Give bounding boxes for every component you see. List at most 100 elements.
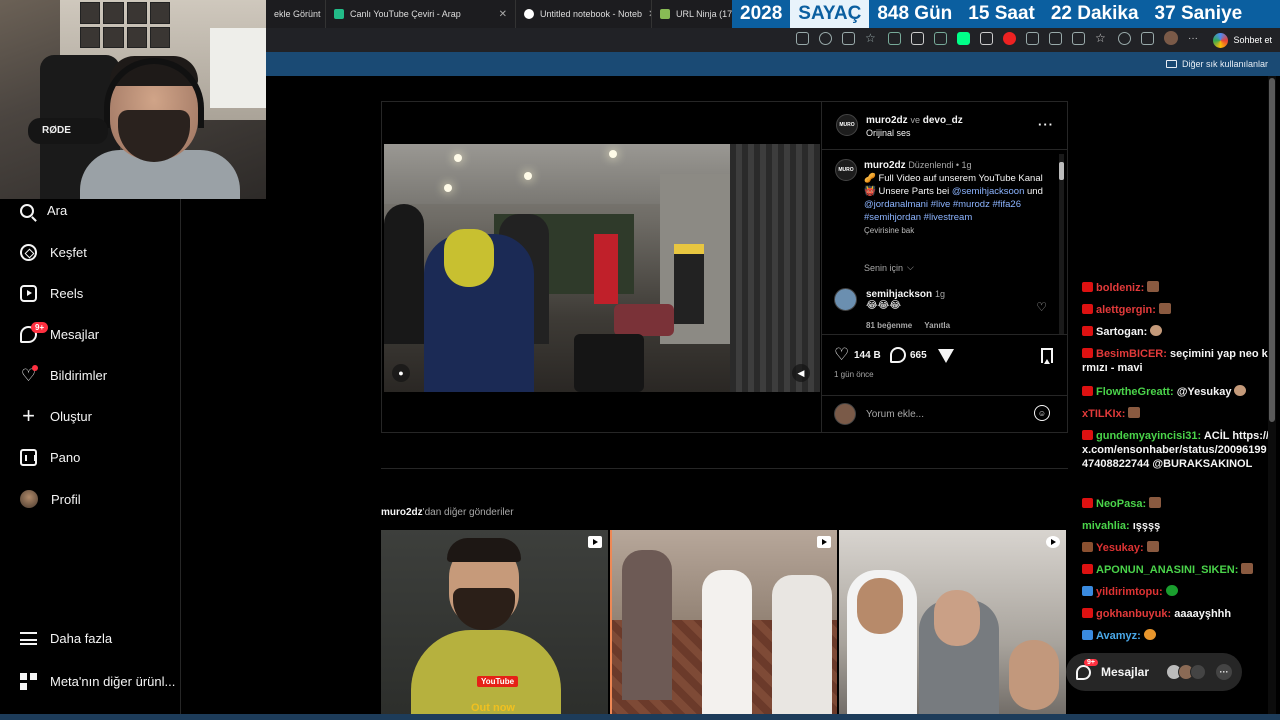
caption-avatar[interactable]: MURO — [835, 159, 857, 181]
out-now-text: Out now — [471, 702, 515, 714]
comment: semihjackson 1g 😂😂😂 — [866, 289, 945, 311]
profile-avatar[interactable] — [1164, 31, 1178, 45]
browser-tab[interactable]: Canlı YouTube Çeviri - Arap ✕ — [326, 0, 516, 28]
mention-link[interactable]: @jordanalmani — [864, 199, 928, 210]
caption-scrollbar[interactable] — [1059, 154, 1064, 334]
commenter-avatar[interactable] — [834, 288, 857, 311]
messages-pill[interactable]: 9+ Mesajlar ··· — [1066, 653, 1242, 691]
nav-item-profile[interactable]: Profil — [20, 490, 81, 508]
comment-like-icon[interactable]: ♡ — [1036, 300, 1047, 314]
translate-link[interactable]: Çevirisine bak — [864, 226, 914, 235]
other-favorites-link[interactable]: Diğer sık kullanılanlar — [1182, 59, 1268, 69]
app-icon[interactable] — [796, 31, 809, 45]
tagged-users-icon[interactable]: ● — [392, 364, 410, 382]
extension-icon[interactable] — [1003, 31, 1016, 45]
comment-button[interactable]: 665 — [890, 347, 927, 363]
nav-item-notifications[interactable]: ♡ Bildirimler — [20, 365, 107, 385]
more-options-icon[interactable]: ··· — [1038, 117, 1054, 132]
author-link[interactable]: muro2dz — [866, 115, 908, 126]
extension-icon[interactable] — [980, 31, 993, 45]
nav-item-search[interactable]: Ara — [20, 203, 67, 218]
coauthor-link[interactable]: devo_dz — [923, 115, 963, 126]
like-button[interactable]: ♡ 144 B — [834, 346, 881, 363]
chat-username: yildirimtopu: — [1096, 586, 1163, 598]
notification-dot — [32, 365, 38, 371]
nav-item-messages[interactable]: 9+ Mesajlar — [20, 322, 100, 343]
nav-label: Mesajlar — [50, 327, 100, 342]
nav-item-meta[interactable]: Meta'nın diğer ürünl... — [20, 673, 175, 690]
post-date: 1 gün önce — [834, 370, 874, 379]
star-icon[interactable]: ☆ — [865, 32, 878, 45]
heart-icon: ♡ — [20, 365, 38, 385]
video-frame[interactable] — [384, 144, 820, 392]
author-avatar[interactable]: MURO — [836, 114, 858, 136]
reply-button[interactable]: Yanıtla — [924, 321, 950, 330]
chat-badge-icon — [1082, 630, 1093, 640]
browser-tab[interactable]: ekle Görünt ✕ — [266, 0, 326, 28]
tab-label: Canlı YouTube Çeviri - Arap — [350, 9, 461, 19]
post-video[interactable]: ● ◀ — [382, 102, 821, 432]
split-screen-icon[interactable] — [1049, 31, 1062, 45]
post-thumbnail[interactable]: YouTube Out now — [381, 530, 608, 720]
nav-item-explore[interactable]: Keşfet — [20, 244, 87, 261]
more-icon[interactable]: ··· — [1188, 33, 1198, 44]
extensions-puzzle-icon[interactable] — [1026, 31, 1039, 45]
favorites-icon[interactable]: ☆ — [1095, 32, 1108, 45]
mute-icon[interactable]: ◀ — [792, 364, 810, 382]
post-card: ● ◀ MURO muro2dz ve devo_dz Orijinal ses… — [381, 101, 1068, 433]
nav-item-more[interactable]: Daha fazla — [20, 631, 112, 646]
comment-likes[interactable]: 81 beğenme — [866, 321, 912, 330]
chat-badge-icon — [1082, 326, 1093, 336]
nav-item-reels[interactable]: Reels — [20, 285, 83, 302]
browser-tab[interactable]: Untitled notebook - Noteb ✕ — [516, 0, 652, 28]
extension-icon[interactable] — [1072, 31, 1085, 45]
more-posts-title: muro2dz'dan diğer gönderiler — [381, 507, 514, 518]
caption-conjunction: und — [1027, 186, 1043, 197]
post-thumbnail[interactable] — [610, 530, 837, 720]
commenter-link[interactable]: semihjackson — [866, 289, 932, 300]
comment-input[interactable]: Yorum ekle... — [866, 409, 924, 420]
microphone: RØDE — [28, 118, 108, 144]
nav-label: Pano — [50, 450, 81, 465]
nav-item-create[interactable]: + Oluştur — [20, 405, 92, 427]
chat-badge-icon — [1082, 282, 1093, 292]
copilot-chat-button[interactable]: Sohbet et — [1213, 31, 1272, 49]
counter-hours: 15 Saat — [968, 3, 1035, 24]
instagram-sidebar: Ara Keşfet Reels 9+ Mesajlar ♡ Bildiriml… — [0, 199, 181, 720]
caption-author[interactable]: muro2dz — [864, 160, 906, 171]
whiteboard — [210, 28, 266, 108]
browser-essentials-icon[interactable] — [1118, 31, 1131, 45]
wall-frames — [80, 2, 170, 48]
chat-message: BesimBICER: seçimini yap neo kırmızı - m… — [1082, 347, 1272, 375]
post-caption: muro2dz Düzenlendi • 1g 🥜 Full Video auf… — [864, 160, 1043, 235]
page-scrollbar[interactable] — [1268, 76, 1276, 720]
chat-username: gundemyayincisi31: — [1096, 430, 1202, 442]
audio-link[interactable]: Orijinal ses — [866, 128, 911, 138]
emoji-icon[interactable]: ☺ — [1034, 405, 1050, 421]
nav-label: Ara — [47, 203, 68, 218]
folder-icon — [1165, 60, 1177, 68]
extension-icon[interactable] — [911, 31, 924, 45]
close-icon[interactable]: ✕ — [499, 9, 507, 20]
bookmark-icon — [1041, 348, 1053, 364]
for-you-toggle[interactable]: Senin için ⌵ — [864, 262, 914, 273]
chat-emote-icon — [1143, 629, 1156, 640]
mention-link[interactable]: @semihjacksoon — [952, 186, 1024, 197]
chat-emote-icon — [1146, 541, 1159, 552]
zoom-icon[interactable] — [819, 31, 832, 45]
collections-icon[interactable] — [1141, 31, 1154, 45]
extension-icon[interactable] — [888, 31, 901, 45]
caption-time: 1g — [961, 160, 972, 170]
extension-icon[interactable] — [957, 31, 970, 45]
notification-badge: 9+ — [31, 322, 49, 333]
search-icon — [20, 203, 34, 218]
chat-message: Yesukay: — [1082, 541, 1272, 555]
nav-item-dashboard[interactable]: Pano — [20, 449, 80, 466]
read-aloud-icon[interactable] — [842, 31, 855, 45]
share-button[interactable] — [938, 349, 954, 363]
post-thumbnail[interactable] — [839, 530, 1066, 720]
more-posts-user[interactable]: muro2dz — [381, 507, 423, 518]
save-button[interactable] — [1041, 348, 1053, 364]
extension-icon[interactable] — [934, 31, 947, 45]
chat-message: alettgergin: — [1082, 303, 1272, 317]
